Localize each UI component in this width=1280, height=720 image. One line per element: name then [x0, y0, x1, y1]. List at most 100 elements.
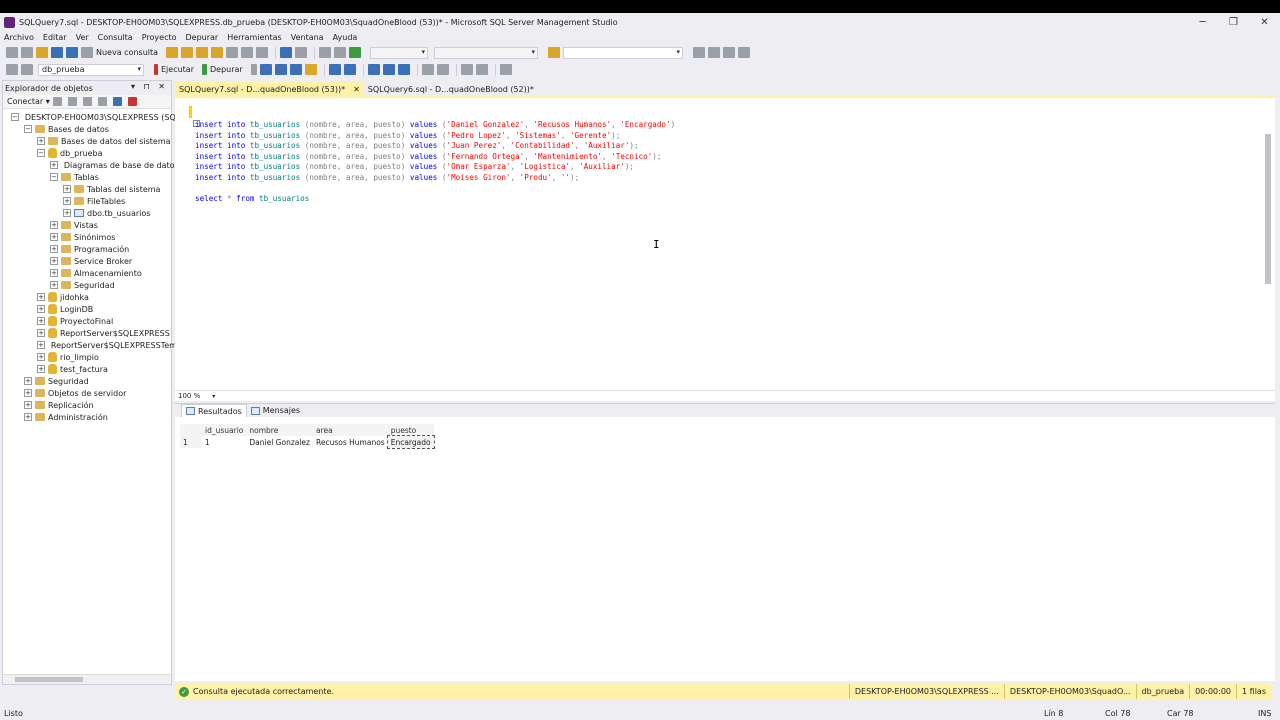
- expand-icon[interactable]: +: [24, 389, 32, 397]
- query-designer-icon[interactable]: [289, 64, 302, 75]
- solution-config-select[interactable]: ▾: [370, 46, 429, 59]
- database-select[interactable]: db_prueba ▾: [38, 63, 144, 76]
- expand-icon[interactable]: +: [37, 305, 45, 313]
- expand-icon[interactable]: +: [37, 293, 45, 301]
- xmla-query-icon[interactable]: [211, 47, 224, 58]
- column-header[interactable]: puesto: [387, 424, 434, 436]
- connect-dropdown[interactable]: Conectar ▾: [7, 97, 50, 106]
- expand-icon[interactable]: +: [63, 197, 71, 205]
- display-plan-icon[interactable]: [274, 64, 287, 75]
- expand-icon[interactable]: +: [50, 257, 58, 265]
- find-combo[interactable]: ▾: [563, 46, 684, 59]
- code-line[interactable]: insert into tb_usuarios (nombre, area, p…: [195, 152, 675, 163]
- debug-button[interactable]: Depurar: [210, 65, 243, 74]
- scrollbar-thumb[interactable]: [15, 677, 83, 682]
- menu-archivo[interactable]: Archivo: [4, 33, 34, 42]
- menu-consulta[interactable]: Consulta: [98, 33, 133, 42]
- column-header[interactable]: id_usuario: [202, 424, 247, 436]
- tree-node[interactable]: + Objetos de servidor: [3, 387, 171, 399]
- db-query-icon[interactable]: [166, 47, 179, 58]
- client-stats-icon[interactable]: [397, 64, 410, 75]
- expand-icon[interactable]: +: [37, 365, 45, 373]
- tree-node[interactable]: + rio_limpio: [3, 351, 171, 363]
- collapse-icon[interactable]: −: [50, 173, 58, 181]
- specify-template-values-icon[interactable]: [499, 64, 512, 75]
- expand-icon[interactable]: +: [50, 269, 58, 277]
- tree-node[interactable]: + Vistas: [3, 219, 171, 231]
- filter-icon[interactable]: [97, 97, 107, 106]
- new-project-icon[interactable]: [6, 47, 18, 58]
- collapse-icon[interactable]: −: [37, 149, 45, 157]
- row-number[interactable]: 1: [180, 436, 202, 448]
- expand-icon[interactable]: +: [37, 329, 45, 337]
- add-item-icon[interactable]: [21, 47, 33, 58]
- menu-proyecto[interactable]: Proyecto: [142, 33, 177, 42]
- results-to-text-icon[interactable]: [304, 64, 317, 75]
- uncomment-icon[interactable]: [436, 64, 449, 75]
- tab-sqlquery7[interactable]: SQLQuery7.sql - D...quadOneBlood (53))* …: [175, 82, 364, 96]
- column-header[interactable]: area: [313, 424, 388, 436]
- expand-icon[interactable]: +: [50, 245, 58, 253]
- find-icon[interactable]: [548, 47, 561, 58]
- code-line[interactable]: insert into tb_usuarios (nombre, area, p…: [195, 131, 675, 142]
- scrollbar-thumb[interactable]: [1265, 134, 1271, 284]
- close-button[interactable]: ✕: [1249, 13, 1280, 31]
- menu-editar[interactable]: Editar: [43, 33, 67, 42]
- save-all-icon[interactable]: [66, 47, 78, 58]
- expand-icon[interactable]: +: [24, 401, 32, 409]
- disconnect-icon[interactable]: [67, 97, 77, 106]
- expand-icon[interactable]: +: [37, 353, 45, 361]
- results-to-file-icon[interactable]: [343, 64, 356, 75]
- code-line[interactable]: insert into tb_usuarios (nombre, area, p…: [195, 141, 675, 152]
- expand-icon[interactable]: +: [37, 137, 45, 145]
- tree-node[interactable]: + ReportServer$SQLEXPRESSTemp: [3, 339, 182, 351]
- minimize-button[interactable]: ─: [1187, 13, 1218, 31]
- window-icon[interactable]: [723, 47, 736, 58]
- editor-vertical-scrollbar[interactable]: [1263, 102, 1273, 388]
- tree-node[interactable]: + Administración: [3, 411, 171, 423]
- cell-area[interactable]: Recusos Humanos: [313, 436, 388, 448]
- tree-node[interactable]: + dbo.tb_usuarios: [3, 207, 171, 219]
- sql-code[interactable]: insert into tb_usuarios (nombre, area, p…: [195, 120, 675, 205]
- query-editor[interactable]: − insert into tb_usuarios (nombre, area,…: [175, 96, 1275, 390]
- undo-icon[interactable]: [280, 47, 293, 58]
- tree-node[interactable]: + ReportServer$SQLEXPRESS: [3, 327, 171, 339]
- tree-node[interactable]: + test_factura: [3, 363, 171, 375]
- toolbox-icon[interactable]: [708, 47, 721, 58]
- pane-pin-close-icons[interactable]: ▾ ⊓ ✕: [131, 82, 168, 91]
- save-icon[interactable]: [51, 47, 63, 58]
- tree-node[interactable]: + FileTables: [3, 195, 171, 207]
- close-tab-icon[interactable]: ✕: [353, 85, 360, 94]
- activity-monitor-icon[interactable]: [334, 47, 347, 58]
- tree-node[interactable]: − db_prueba: [3, 147, 171, 159]
- collapse-icon[interactable]: −: [24, 125, 32, 133]
- paste-icon[interactable]: [256, 47, 269, 58]
- solution-platform-select[interactable]: ▾: [434, 46, 539, 59]
- results-to-grid-icon[interactable]: [328, 64, 341, 75]
- expand-icon[interactable]: +: [50, 221, 58, 229]
- tree-node[interactable]: − Bases de datos: [3, 123, 171, 135]
- activity-monitor-explorer-icon[interactable]: [127, 97, 137, 106]
- tree-node[interactable]: + Programación: [3, 243, 171, 255]
- tree-node[interactable]: + Replicación: [3, 399, 171, 411]
- row-number-header[interactable]: [180, 424, 202, 436]
- tree-node[interactable]: + Service Broker: [3, 255, 171, 267]
- menu-herramientas[interactable]: Herramientas: [227, 33, 282, 42]
- tree-node[interactable]: + Tablas del sistema: [3, 183, 171, 195]
- tree-node[interactable]: + Seguridad: [3, 279, 171, 291]
- copy-icon[interactable]: [241, 47, 254, 58]
- expand-icon[interactable]: +: [50, 233, 58, 241]
- menu-ayuda[interactable]: Ayuda: [333, 33, 358, 42]
- start-icon[interactable]: [349, 47, 362, 58]
- tree-node[interactable]: + Bases de datos del sistema: [3, 135, 171, 147]
- tab-mensajes[interactable]: Mensajes: [247, 404, 304, 417]
- expand-icon[interactable]: +: [50, 161, 58, 169]
- cell-nombre[interactable]: Daniel Gonzalez: [246, 436, 313, 448]
- toolbar-options-icon[interactable]: [738, 47, 751, 58]
- tree-node[interactable]: + jidohka: [3, 291, 171, 303]
- restore-button[interactable]: ❐: [1218, 13, 1249, 31]
- tree-node[interactable]: − Tablas: [3, 171, 171, 183]
- open-file-icon[interactable]: [36, 47, 48, 58]
- tree-node[interactable]: − DESKTOP-EH0OM03\SQLEXPRESS (SQL: [3, 111, 180, 123]
- cut-icon[interactable]: [226, 47, 239, 58]
